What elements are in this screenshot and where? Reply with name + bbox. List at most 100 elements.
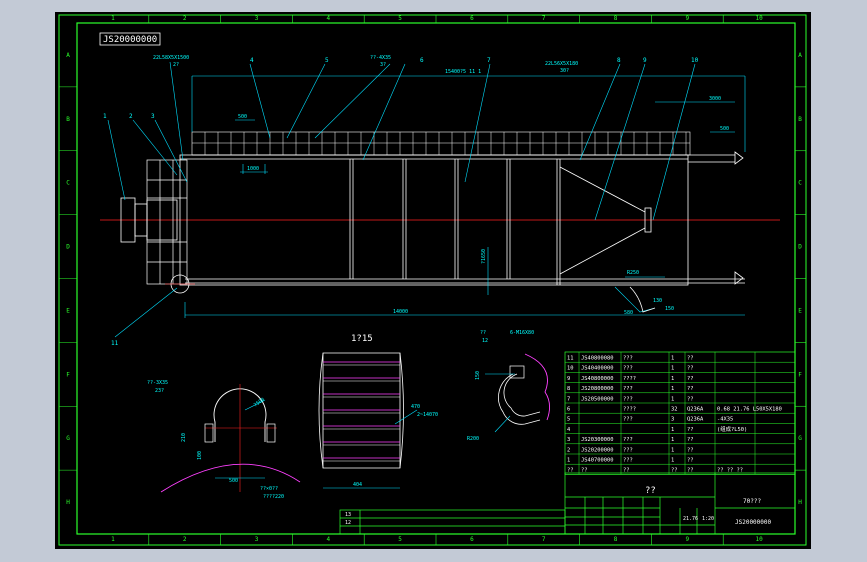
detail-c-part: 6-M16X80 [510, 330, 534, 336]
parts-cell: JS40800080 [581, 356, 613, 362]
dim-top-span: 15400?5 11 1 [445, 69, 481, 75]
dim-1000: 1000 [247, 166, 259, 172]
detail-a-100: 100 [197, 451, 203, 460]
parts-cell: 6 [567, 407, 570, 413]
dim-3000: 3000 [709, 96, 721, 102]
parts-cell: 4 [567, 427, 570, 433]
parts-cell: 1 [567, 458, 570, 464]
parts-cell: JS40400000 [581, 366, 613, 372]
grid-col-label: 1 [111, 15, 115, 22]
section-title: 1?15 [351, 334, 373, 344]
parts-cell: 3 [671, 417, 674, 423]
tail-bracket [629, 286, 656, 313]
parts-cell: ???? [623, 376, 636, 382]
detail-c-r200: R200 [467, 436, 479, 442]
callout-label: 8 [617, 57, 621, 64]
parts-cell: ??? [623, 417, 633, 423]
callout-label: 2 [129, 113, 133, 120]
detail-a-500: 500 [229, 478, 238, 484]
grid-row-label: A [798, 52, 802, 59]
dimension-lines [184, 75, 746, 318]
parts-cell: 1 [671, 356, 674, 362]
dim-right-part: 22L56X5X180 [545, 61, 578, 67]
parts-cell: ??? [623, 356, 633, 362]
top-end-cap [734, 151, 744, 165]
tail-funnel [559, 166, 652, 275]
dim-height: ?1650 [481, 249, 487, 264]
parts-cell: 32 [671, 407, 678, 413]
drive-frame [146, 159, 188, 285]
title-block-row12: 12 [345, 520, 351, 526]
parts-cell: ?? [687, 356, 694, 362]
title-block-weight: 21.76 [683, 516, 698, 522]
dim-130: 130 [653, 298, 662, 304]
parts-cell: ??? [623, 396, 633, 402]
bottom-end-cap [734, 271, 744, 285]
parts-cell: ?? [687, 386, 694, 392]
parts-cell: 9 [567, 376, 570, 382]
callout-label: 9 [643, 57, 647, 64]
callout-label: 1 [103, 113, 107, 120]
tail-bracket-dims [614, 276, 665, 313]
grid-col-label: 2 [183, 536, 187, 543]
parts-cell: 1 [671, 396, 674, 402]
parts-cell: JS20800000 [581, 386, 613, 392]
grid-row-label: F [798, 371, 802, 378]
parts-cell: ?? [687, 447, 694, 453]
grid-row-label: H [798, 499, 802, 506]
grid-row-label: B [66, 116, 70, 123]
callout-label: 7 [487, 57, 491, 64]
grid-col-label: 6 [470, 536, 474, 543]
detail-a-phi: ?500 [253, 397, 266, 409]
dim-top-left-qty: 2? [173, 62, 179, 68]
title-block-drawing-no: JS20000000 [735, 519, 772, 526]
dim-top-left: 22L58X5X1500 [153, 55, 189, 61]
title-block-name-right: 70??? [743, 498, 761, 505]
dim-150: 150 [665, 306, 674, 312]
parts-cell: ??? [623, 437, 633, 443]
parts-cell: 1 [671, 458, 674, 464]
grid-row-label: G [66, 435, 70, 442]
dim-mid: ??-4X35 [370, 55, 391, 61]
detail-b-leader [394, 409, 418, 425]
parts-cell: JS40700000 [581, 458, 613, 464]
parts-cell: JS20200000 [581, 447, 613, 453]
title-block-row13: 13 [345, 512, 351, 518]
parts-cell: Q236A [687, 407, 704, 413]
grid-row-label: E [798, 307, 802, 314]
parts-cell: ??? [623, 366, 633, 372]
title-block-title: ?? [645, 486, 656, 496]
grid-col-label: 10 [755, 536, 763, 543]
parts-cell: 2 [567, 447, 570, 453]
detail-b [318, 352, 404, 469]
grid-row-label: H [66, 499, 70, 506]
detail-c-150: 150 [475, 371, 481, 380]
parts-cell: 3 [567, 437, 570, 443]
parts-cell: ?? [687, 458, 694, 464]
grid-col-label: 2 [183, 15, 187, 22]
parts-cell: ?? [687, 437, 694, 443]
parts-cell: 1 [671, 427, 674, 433]
grid-col-label: 1 [111, 536, 115, 543]
grid-col-label: 6 [470, 15, 474, 22]
grid-col-label: 7 [542, 15, 546, 22]
grid-col-label: 8 [614, 536, 618, 543]
parts-cell: 1 [671, 447, 674, 453]
parts-cell: 1 [671, 366, 674, 372]
parts-cell: 0.68 21.76 L50X5X180 [717, 407, 782, 413]
dim-500-top: 500 [238, 114, 247, 120]
callout-label: 3 [151, 113, 155, 120]
grid-col-label: 3 [255, 15, 259, 22]
outer-border [58, 14, 807, 546]
grid-col-label: 4 [326, 536, 330, 543]
dim-mid-qty: 3? [380, 62, 386, 68]
detail-a-label-top-qty: 23? [155, 388, 164, 394]
parts-cell: ?? [687, 366, 694, 372]
parts-cell: 1 [671, 437, 674, 443]
dim-r250: R250 [627, 270, 639, 276]
main-view [100, 61, 780, 338]
parts-cell: 7 [567, 396, 570, 402]
grid-col-label: 5 [398, 536, 402, 543]
cad-drawing: 1122334455667788991010A AB BC CD DE EF FG GH H J… [58, 14, 807, 546]
parts-cell: JS20500000 [581, 396, 613, 402]
